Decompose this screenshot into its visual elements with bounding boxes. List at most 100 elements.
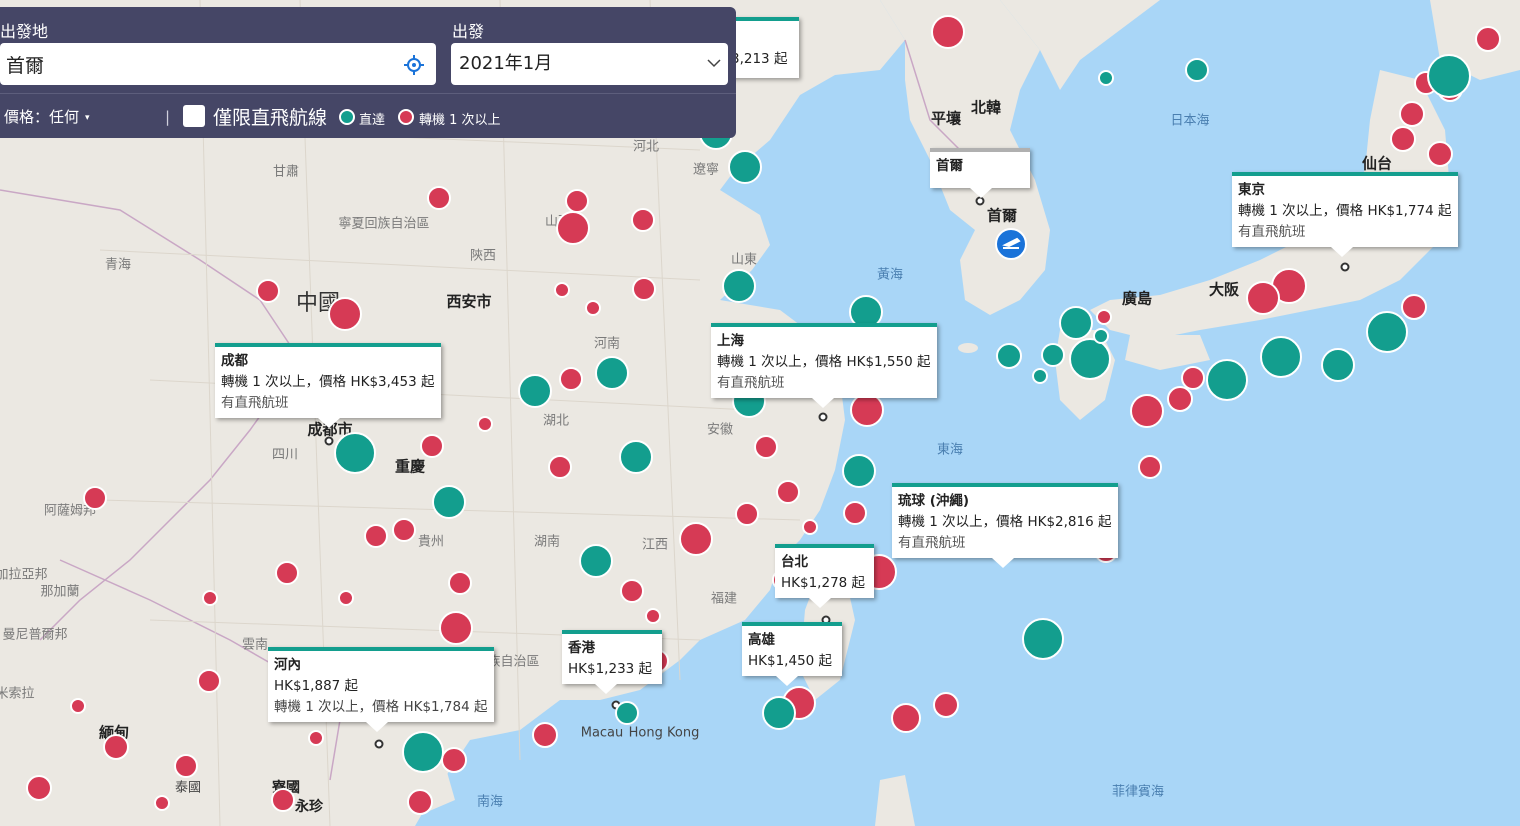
destination-dot-transfer[interactable]	[1390, 126, 1416, 152]
destination-dot-direct[interactable]	[1041, 343, 1065, 367]
destination-dot-transfer[interactable]	[565, 189, 589, 213]
destination-dot-direct[interactable]	[579, 544, 613, 578]
tooltip-tokyo-city: 東京	[1238, 182, 1265, 198]
destination-dot-direct[interactable]	[842, 454, 876, 488]
destination-dot-transfer[interactable]	[407, 789, 433, 815]
destination-dot-transfer[interactable]	[202, 590, 218, 606]
destination-dot-direct[interactable]	[1366, 311, 1408, 353]
tooltip-hanoi[interactable]: 河內 HK$1,887 起 轉機 1 次以上，價格 HK$1,784 起	[268, 647, 494, 732]
destination-dot-transfer[interactable]	[556, 211, 590, 245]
destination-dot-transfer[interactable]	[843, 501, 867, 525]
destination-dot-transfer[interactable]	[338, 590, 354, 606]
destination-dot-transfer[interactable]	[850, 393, 884, 427]
destination-dot-direct[interactable]	[1032, 368, 1048, 384]
destination-dot-direct[interactable]	[334, 432, 376, 474]
destination-dot-direct[interactable]	[728, 150, 762, 184]
destination-dot-transfer[interactable]	[632, 277, 656, 301]
tooltip-chengdu[interactable]: 成都 轉機 1 次以上，價格 HK$3,453 起 有直飛航班	[215, 343, 441, 428]
destination-dot-transfer[interactable]	[364, 524, 388, 548]
destination-dot-transfer[interactable]	[631, 208, 655, 232]
destination-dot-transfer[interactable]	[679, 522, 713, 556]
destination-dot-direct[interactable]	[1059, 306, 1093, 340]
destination-dot-direct[interactable]	[518, 374, 552, 408]
destination-dot-direct[interactable]	[432, 485, 466, 519]
destination-dot-transfer[interactable]	[174, 754, 198, 778]
destination-dot-transfer[interactable]	[328, 297, 362, 331]
destination-dot-direct[interactable]	[615, 701, 639, 725]
destination-dot-direct[interactable]	[1022, 618, 1064, 660]
destination-dot-direct[interactable]	[1260, 336, 1302, 378]
price-filter-dropdown[interactable]: 價格：任何 ▾	[4, 106, 90, 127]
tooltip-taipei[interactable]: 台北 HK$1,278 起	[775, 544, 874, 608]
destination-dot-transfer[interactable]	[620, 579, 644, 603]
destination-dot-direct[interactable]	[402, 731, 444, 773]
destination-dot-transfer[interactable]	[70, 698, 86, 714]
destination-dot-transfer[interactable]	[197, 669, 221, 693]
destination-dot-transfer[interactable]	[1475, 26, 1501, 52]
destination-dot-transfer[interactable]	[256, 279, 280, 303]
destination-dot-transfer[interactable]	[477, 416, 493, 432]
destination-dot-direct[interactable]	[619, 440, 653, 474]
destination-dot-transfer[interactable]	[1246, 281, 1280, 315]
tooltip-partial[interactable]: 3,213 起	[725, 17, 799, 78]
destination-dot-transfer[interactable]	[931, 15, 965, 49]
destination-dot-transfer[interactable]	[802, 519, 818, 535]
destination-dot-transfer[interactable]	[275, 561, 299, 585]
destination-dot-direct[interactable]	[762, 696, 796, 730]
tooltip-kaohsiung[interactable]: 高雄 HK$1,450 起	[742, 622, 842, 686]
destination-dot-transfer[interactable]	[532, 722, 558, 748]
tooltip-shanghai[interactable]: 上海 轉機 1 次以上，價格 HK$1,550 起 有直飛航班	[711, 323, 937, 408]
tooltip-shanghai-direct: 有直飛航班	[717, 375, 785, 391]
destination-dot-direct[interactable]	[1321, 348, 1355, 382]
destination-dot-transfer[interactable]	[427, 186, 451, 210]
destination-dot-transfer[interactable]	[439, 611, 473, 645]
destination-dot-transfer[interactable]	[735, 502, 759, 526]
destination-dot-transfer[interactable]	[554, 282, 570, 298]
destination-dot-transfer[interactable]	[891, 703, 921, 733]
destination-dot-direct[interactable]	[595, 356, 629, 390]
destination-dot-transfer[interactable]	[1138, 455, 1162, 479]
tooltip-hongkong[interactable]: 香港 HK$1,233 起	[562, 630, 662, 694]
tooltip-tokyo[interactable]: 東京 轉機 1 次以上，價格 HK$1,774 起 有直飛航班	[1232, 172, 1458, 257]
direct-only-label[interactable]: 僅限直飛航線	[213, 103, 327, 130]
destination-dot-transfer[interactable]	[585, 300, 601, 316]
origin-input[interactable]	[0, 43, 436, 85]
destination-dot-direct[interactable]	[996, 343, 1022, 369]
airplane-departure-icon[interactable]	[995, 228, 1027, 260]
destination-dot-transfer[interactable]	[448, 571, 472, 595]
destination-dot-direct[interactable]	[1069, 338, 1111, 380]
destination-dot-transfer[interactable]	[441, 747, 467, 773]
tooltip-tokyo-direct: 有直飛航班	[1238, 224, 1306, 240]
destination-dot-transfer[interactable]	[548, 455, 572, 479]
destination-dot-transfer[interactable]	[83, 486, 107, 510]
destination-dot-transfer[interactable]	[1096, 309, 1112, 325]
destination-dot-direct[interactable]	[1427, 54, 1471, 98]
destination-dot-direct[interactable]	[1093, 328, 1109, 344]
destination-dot-direct[interactable]	[1098, 70, 1114, 86]
destination-dot-direct[interactable]	[1185, 58, 1209, 82]
crosshair-locate-icon[interactable]	[403, 54, 425, 76]
destination-dot-direct[interactable]	[1206, 359, 1248, 401]
destination-dot-transfer[interactable]	[1167, 386, 1193, 412]
departure-month-select[interactable]: 2021年1月	[451, 43, 728, 85]
destination-dot-transfer[interactable]	[271, 788, 295, 812]
destination-dot-transfer[interactable]	[933, 692, 959, 718]
destination-dot-transfer[interactable]	[308, 730, 324, 746]
destination-dot-transfer[interactable]	[645, 608, 661, 624]
destination-dot-transfer[interactable]	[392, 518, 416, 542]
direct-only-checkbox[interactable]	[183, 105, 205, 127]
destination-dot-transfer[interactable]	[1399, 101, 1425, 127]
tooltip-okinawa[interactable]: 琉球 (沖繩) 轉機 1 次以上，價格 HK$2,816 起 有直飛航班	[892, 483, 1118, 568]
destination-dot-transfer[interactable]	[559, 367, 583, 391]
destination-dot-transfer[interactable]	[420, 434, 444, 458]
destination-dot-transfer[interactable]	[154, 795, 170, 811]
destination-dot-transfer[interactable]	[1130, 394, 1164, 428]
destination-dot-direct[interactable]	[722, 269, 756, 303]
destination-dot-transfer[interactable]	[1401, 294, 1427, 320]
tooltip-origin-seoul[interactable]: 首爾	[930, 148, 1030, 198]
destination-dot-transfer[interactable]	[776, 480, 800, 504]
destination-dot-transfer[interactable]	[26, 775, 52, 801]
destination-dot-transfer[interactable]	[103, 734, 129, 760]
destination-dot-transfer[interactable]	[1427, 141, 1453, 167]
destination-dot-transfer[interactable]	[754, 435, 778, 459]
